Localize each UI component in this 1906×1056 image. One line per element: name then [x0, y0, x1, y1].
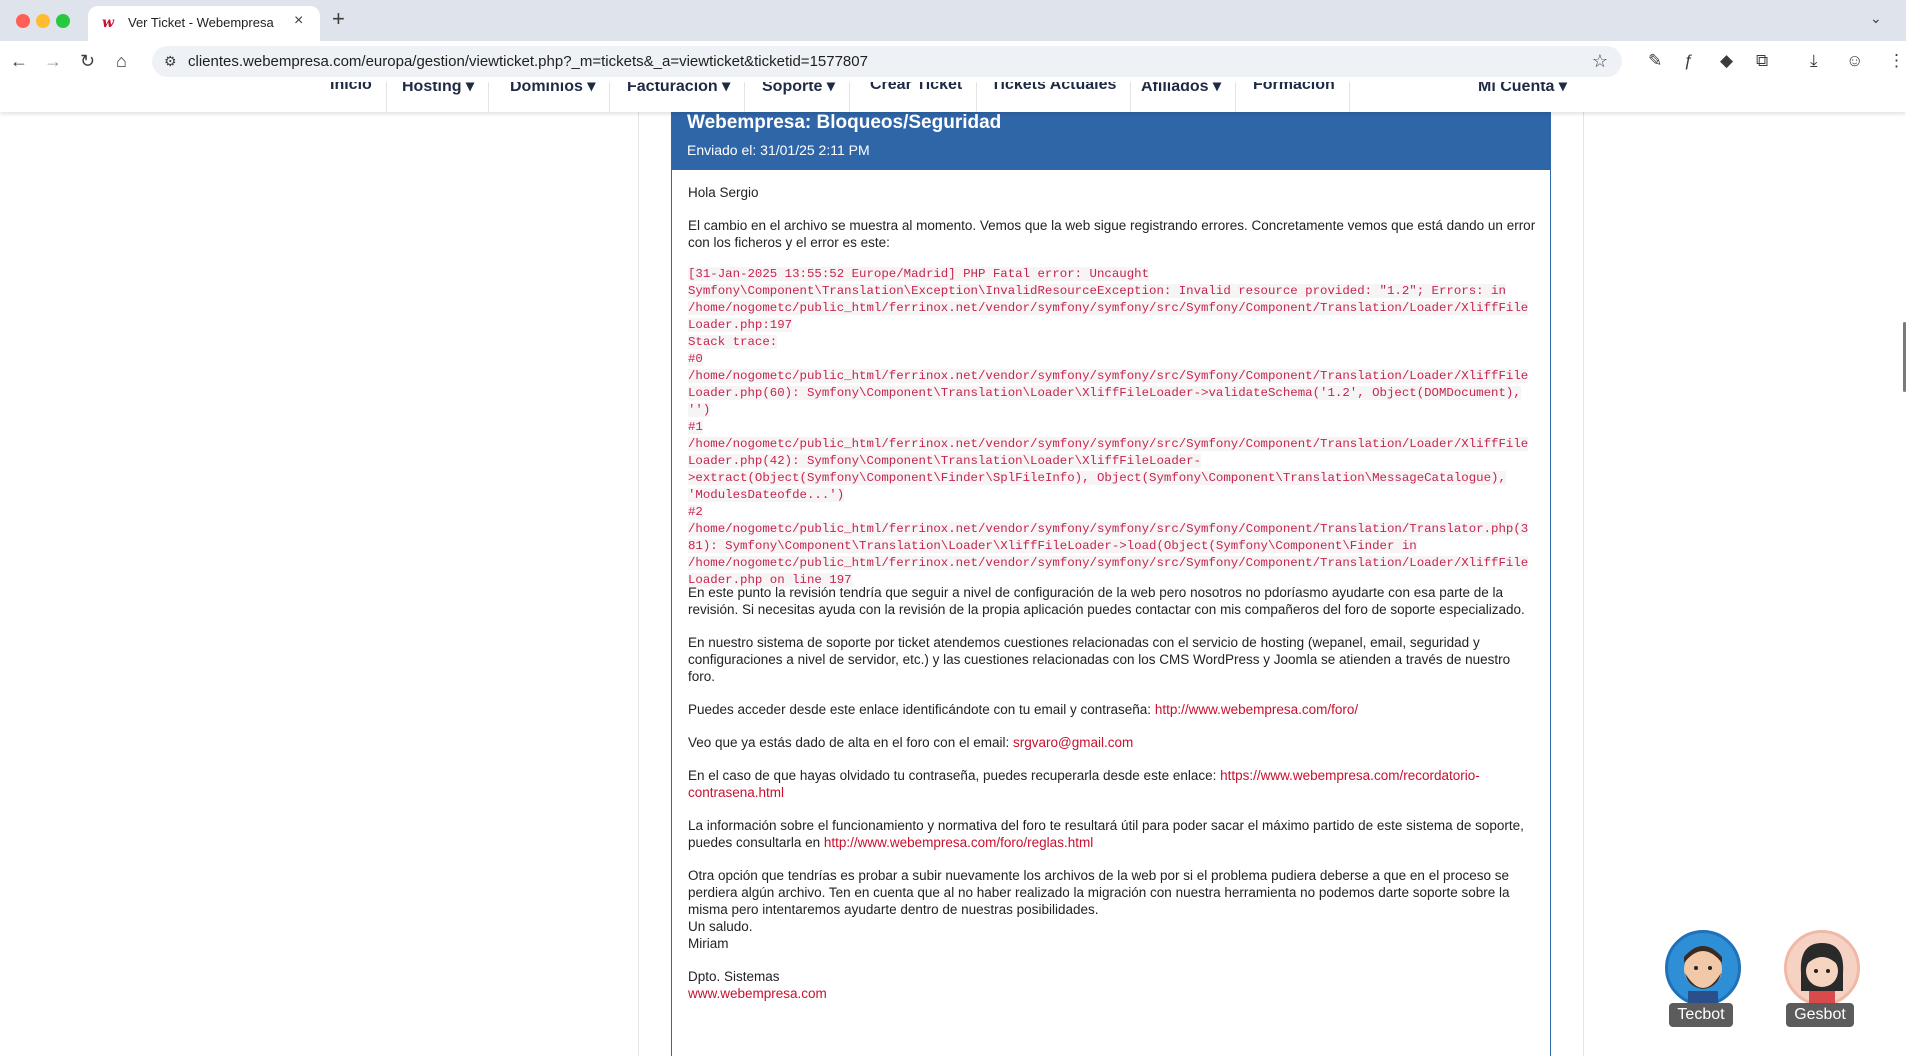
forward-arrow-icon[interactable]: → [44, 51, 62, 71]
message-signature-name: Miriam [688, 936, 729, 951]
code-line: Stack trace: [688, 335, 778, 349]
window-minimize-button[interactable] [36, 14, 50, 28]
webempresa-site-link[interactable]: www.webempresa.com [688, 986, 827, 1001]
message-closing: Un saludo. [688, 919, 753, 934]
ticket-title: Webempresa: Bloqueos/Seguridad [687, 112, 1002, 133]
message-system-paragraph: En nuestro sistema de soporte por ticket… [688, 635, 1511, 684]
ticket-body: Hola Sergio El cambio en el archivo se m… [671, 170, 1551, 1056]
tecbot-avatar-icon[interactable] [1665, 930, 1741, 1006]
code-line: Loader.php(42): Symfony\Component\Transl… [688, 454, 1202, 468]
message-forum-email: Veo que ya estás dado de alta en el foro… [688, 735, 1134, 750]
address-url[interactable]: clientes.webempresa.com/europa/gestion/v… [188, 53, 868, 70]
fox-extension-icon[interactable]: ◆ [1720, 51, 1733, 71]
message-password-recovery: En el caso de que hayas olvidado tu cont… [688, 768, 1480, 800]
browser-menu-icon[interactable]: ⋮ [1888, 51, 1905, 71]
message-other-option: Otra opción que tendrías es probar a sub… [688, 868, 1510, 917]
email-link[interactable]: srgvaro@gmail.com [1013, 735, 1133, 750]
nav-dominios[interactable]: Dominios ▾ [510, 82, 611, 112]
window-maximize-button[interactable] [56, 14, 70, 28]
nav-afiliados[interactable]: Afiliados ▾ [1141, 82, 1237, 112]
gesbot-label[interactable]: Gesbot [1786, 1003, 1854, 1027]
code-line: #2 [688, 505, 703, 519]
nav-mi-cuenta[interactable]: Mi Cuenta ▾ [1478, 82, 1581, 112]
code-line: 'ModulesDateofde...') [688, 488, 845, 502]
eyedropper-extension-icon[interactable]: ✎ [1648, 51, 1662, 71]
window-close-button[interactable] [16, 14, 30, 28]
code-line: /home/nogometc/public_html/ferrinox.net/… [688, 556, 1529, 570]
forum-rules-link[interactable]: http://www.webempresa.com/foro/reglas.ht… [824, 835, 1093, 850]
ticket-sent-date: Enviado el: 31/01/25 2:11 PM [687, 142, 870, 158]
nav-soporte[interactable]: Soporte ▾ [762, 82, 850, 112]
message-intro: El cambio en el archivo se muestra al mo… [688, 218, 1536, 250]
site-settings-icon[interactable]: ⚙ [164, 53, 177, 70]
tab-close-icon[interactable]: × [294, 12, 303, 30]
gesbot-avatar-icon[interactable] [1784, 930, 1860, 1006]
profile-icon[interactable]: ☺ [1846, 51, 1863, 71]
message-site: www.webempresa.com [688, 985, 1540, 1002]
browser-tab-active[interactable]: w Ver Ticket - Webempresa Europa × [88, 6, 320, 41]
browser-tab-bar: w Ver Ticket - Webempresa Europa × + ⌄ [0, 0, 1906, 41]
nav-hosting[interactable]: Hosting ▾ [402, 82, 490, 112]
code-line: /home/nogometc/public_html/ferrinox.net/… [688, 369, 1529, 383]
code-line: Loader.php:197 [688, 318, 793, 332]
message-greeting: Hola Sergio [688, 185, 759, 200]
address-bar[interactable]: ⚙ clientes.webempresa.com/europa/gestion… [152, 46, 1622, 77]
code-line: /home/nogometc/public_html/ferrinox.net/… [688, 522, 1529, 536]
tab-title: Ver Ticket - Webempresa Europa [128, 15, 278, 30]
nav-formacion[interactable]: Formación [1253, 82, 1350, 112]
nav-crear-ticket[interactable]: Crear Ticket [870, 82, 978, 112]
message-department: Dpto. Sistemas [688, 969, 780, 984]
gesbot-widget[interactable]: Gesbot [1784, 930, 1860, 1027]
bookmark-star-icon[interactable]: ☆ [1592, 51, 1608, 72]
font-extension-icon[interactable]: ƒ [1684, 51, 1693, 71]
home-icon[interactable]: ⌂ [116, 51, 127, 71]
back-arrow-icon[interactable]: ← [10, 51, 28, 71]
new-tab-button[interactable]: + [332, 8, 345, 30]
code-line: #0 [688, 352, 703, 366]
nav-inicio[interactable]: Inicio [330, 82, 387, 112]
reload-icon[interactable]: ↻ [80, 51, 95, 71]
ticket-header: Webempresa: Bloqueos/Seguridad Enviado e… [671, 112, 1551, 170]
message-forum-access: Puedes acceder desde este enlace identif… [688, 702, 1359, 717]
browser-toolbar: ← → ↻ ⌂ ⚙ clientes.webempresa.com/europa… [0, 41, 1906, 83]
nav-facturacion[interactable]: Facturación ▾ [627, 82, 746, 112]
tab-search-chevron-icon[interactable]: ⌄ [1870, 10, 1882, 27]
download-icon[interactable]: ⤓ [1810, 51, 1818, 71]
code-line: 81): Symfony\Component\Translation\Loade… [688, 539, 1417, 553]
error-log-code-block: [31-Jan-2025 13:55:52 Europe/Madrid] PHP… [688, 266, 1543, 589]
message-review-paragraph: En este punto la revisión tendría que se… [688, 585, 1525, 617]
code-line: Symfony\Component\Translation\Exception\… [688, 284, 1506, 298]
webempresa-favicon-icon: w [102, 15, 115, 31]
code-line: '') [688, 403, 711, 417]
tecbot-widget[interactable]: Tecbot [1665, 930, 1741, 1027]
code-line: Loader.php(60): Symfony\Component\Transl… [688, 386, 1521, 400]
code-line: #1 [688, 420, 703, 434]
tecbot-label[interactable]: Tecbot [1669, 1003, 1733, 1027]
nav-tickets-actuales[interactable]: Tickets Actuales [991, 82, 1132, 112]
forum-link[interactable]: http://www.webempresa.com/foro/ [1155, 702, 1358, 717]
code-line: /home/nogometc/public_html/ferrinox.net/… [688, 437, 1529, 451]
code-line: [31-Jan-2025 13:55:52 Europe/Madrid] PHP… [688, 267, 1150, 281]
code-line: /home/nogometc/public_html/ferrinox.net/… [688, 301, 1529, 315]
message-forum-rules: La información sobre el funcionamiento y… [688, 818, 1524, 850]
extensions-puzzle-icon[interactable]: ⧉ [1756, 51, 1768, 71]
site-navigation: Inicio Hosting ▾ Dominios ▾ Facturación … [0, 82, 1906, 112]
code-line: >extract(Object(Symfony\Component\Finder… [688, 471, 1506, 485]
page-content: Inicio Hosting ▾ Dominios ▾ Facturación … [0, 82, 1906, 1056]
